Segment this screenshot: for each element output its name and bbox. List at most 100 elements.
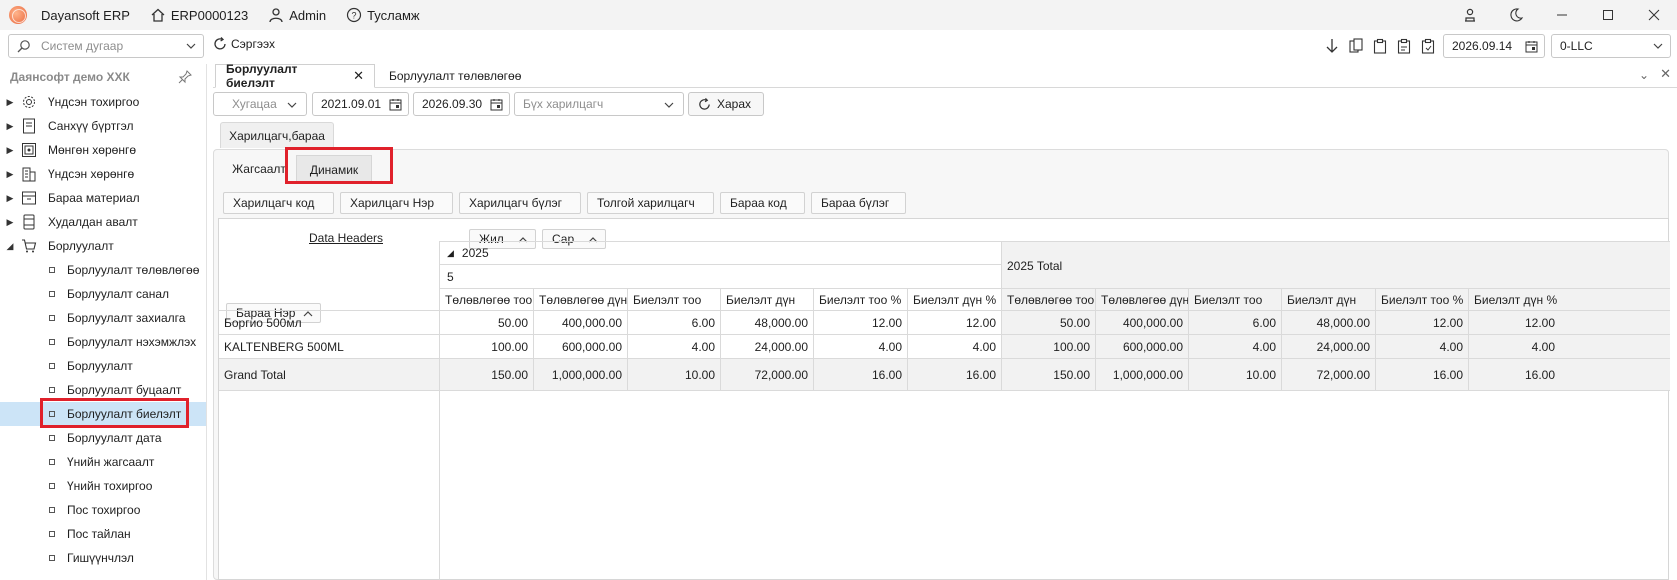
sidebar-group-label: Санхүү бүртгэл [48,119,134,133]
node-icon [49,387,55,393]
partner-select[interactable]: Бүх харилцагч [514,92,684,116]
tab-partner-product[interactable]: Харилцагч,бараа [220,122,334,148]
sidebar-item-sales-performance[interactable]: Борлуулалт биелэлт [0,402,206,426]
user-button[interactable]: Admin [268,7,326,23]
help-button[interactable]: ? Тусламж [346,7,420,23]
chevron-up-icon [588,237,598,243]
sidebar-item-membership[interactable]: Гишүүнчлэл [0,546,206,570]
sidebar-item-sales-offer[interactable]: Борлуулалт санал [0,282,206,306]
maximize-icon[interactable] [1585,0,1631,30]
tabs-dropdown-icon[interactable]: ⌄ [1639,68,1649,82]
download-icon[interactable] [1323,37,1341,55]
sidebar-group-sales[interactable]: ◢ Борлуулалт [0,234,206,258]
expand-arrow-icon[interactable]: ▶ [0,217,20,228]
field-month[interactable]: Сар [542,229,606,249]
tab-label: Харилцагч,бараа [229,128,325,143]
sidebar-item-sales[interactable]: Борлуулалт [0,354,206,378]
tab-sales-plan[interactable]: Борлуулалт төлөвлөгөө [379,64,531,88]
field-label: Харилцагч бүлэг [469,196,562,210]
company-select[interactable]: 0-LLC [1551,34,1671,58]
paste-special-icon[interactable] [1395,37,1413,55]
period-select[interactable]: Хугацаа [213,92,307,116]
sidebar-group-inventory[interactable]: ▶ Бараа материал [0,186,206,210]
pivot-value-cell: 16.00 [1432,368,1463,382]
company-value: 0-LLC [1560,39,1593,53]
sidebar-item-sales-order[interactable]: Борлуулалт захиалга [0,306,206,330]
sidebar-item-sales-data[interactable]: Борлуулалт дата [0,426,206,450]
collapse-arrow-icon[interactable]: ◢ [0,241,20,252]
tab-label: Борлуулалт төлөвлөгөө [389,69,522,83]
field-partner-name[interactable]: Харилцагч Нэр [340,192,453,214]
pivot-value-cell: 16.00 [1524,368,1555,382]
measure-header: Биелэлт тоо % [1381,293,1464,307]
expand-arrow-icon[interactable]: ▶ [0,145,20,156]
field-partner-code[interactable]: Харилцагч код [223,192,334,214]
toolbar-icons [1323,37,1461,55]
sidebar-group-cash[interactable]: ▶ Мөнгөн хөрөнгө [0,138,206,162]
pivot-grid: Data Headers Жил Сар Бараа Нэр ◢ 2025 202… [218,218,1670,580]
pivot-value-cell: 16.00 [871,368,902,382]
pivot-value-cell: 150.00 [1053,368,1090,382]
view-button[interactable]: Харах [688,92,764,116]
sidebar-item-price-list[interactable]: Үнийн жагсаалт [0,450,206,474]
field-partner-group[interactable]: Харилцагч бүлэг [459,192,581,214]
node-icon [49,531,55,537]
minimize-icon[interactable] [1539,0,1585,30]
sidebar-item-label: Борлуулалт нэхэмжлэх [67,335,197,349]
date-to-field[interactable]: 2026.09.30 [413,92,510,116]
pivot-value-cell: 4.00 [972,340,996,354]
subtab-dynamic[interactable]: Динамик [296,155,372,183]
close-window-icon[interactable] [1631,0,1677,30]
subtab-list[interactable]: Жагсаалт [228,155,290,183]
field-label: Жил [479,232,504,246]
date-from-field[interactable]: 2021.09.01 [312,92,409,116]
field-product-code[interactable]: Бараа код [720,192,805,214]
tab-sales-performance[interactable]: Борлуулалт биелэлт ✕ [215,62,375,90]
sidebar-item-sales-plan[interactable]: Борлуулалт төлөвлөгөө [0,258,206,282]
expand-arrow-icon[interactable]: ▶ [0,121,20,132]
period-label: Хугацаа [232,97,277,111]
app-name: Dayansoft ERP [41,7,130,23]
close-tab-icon[interactable]: ✕ [353,68,364,84]
expand-arrow-icon[interactable]: ▶ [0,97,20,108]
dark-mode-icon[interactable] [1493,0,1539,30]
refresh-button[interactable]: Сэргээх [212,36,275,52]
pivot-value-cell: 100.00 [491,340,528,354]
year-header[interactable]: ◢ 2025 [447,245,489,261]
working-date-field[interactable]: 2026.09.14 [1443,34,1545,58]
subtab-label: Жагсаалт [232,162,286,176]
node-icon [49,291,55,297]
sidebar-group-settings[interactable]: ▶ Үндсэн тохиргоо [0,90,206,114]
subtab-label: Динамик [309,162,359,177]
measure-header: Биелэлт дүн [726,293,796,307]
collapse-icon[interactable]: ◢ [447,248,454,259]
sidebar-group-purchase[interactable]: ▶ Худалдан авалт [0,210,206,234]
field-head-partner[interactable]: Толгой харилцагч [587,192,714,214]
account-icon[interactable] [1447,0,1493,30]
calendar-icon [389,99,402,111]
measure-header: Биелэлт тоо [1194,293,1263,307]
sidebar-item-label: Борлуулалт захиалга [67,311,186,325]
sidebar-group-fixed-assets[interactable]: ▶ Үндсэн хөрөнгө [0,162,206,186]
sidebar-item-price-settings[interactable]: Үнийн тохиргоо [0,474,206,498]
sidebar-group-finance[interactable]: ▶ Санхүү бүртгэл [0,114,206,138]
copy-icon[interactable] [1347,37,1365,55]
close-all-tabs-icon[interactable]: ✕ [1660,66,1671,82]
measure-header: Биелэлт дүн [1287,293,1357,307]
expand-arrow-icon[interactable]: ▶ [0,193,20,204]
sidebar-item-pos-report[interactable]: Пос тайлан [0,522,206,546]
doc-code-button[interactable]: ERP0000123 [150,7,248,23]
field-product-group[interactable]: Бараа бүлэг [811,192,906,214]
paste-icon[interactable] [1371,37,1389,55]
sidebar-item-sales-return[interactable]: Борлуулалт буцаалт [0,378,206,402]
sidebar-item-label: Гишүүнчлэл [67,551,134,565]
calendar-icon [1525,41,1538,53]
sidebar-item-pos-settings[interactable]: Пос тохиргоо [0,498,206,522]
system-number-select[interactable]: Систем дугаар [8,34,204,58]
clipboard-icon[interactable] [1419,37,1437,55]
pin-icon[interactable] [178,70,192,84]
expand-arrow-icon[interactable]: ▶ [0,169,20,180]
pivot-value-cell: 10.00 [1245,368,1276,382]
sidebar-item-sales-invoice[interactable]: Борлуулалт нэхэмжлэх [0,330,206,354]
working-date: 2026.09.14 [1452,39,1513,53]
